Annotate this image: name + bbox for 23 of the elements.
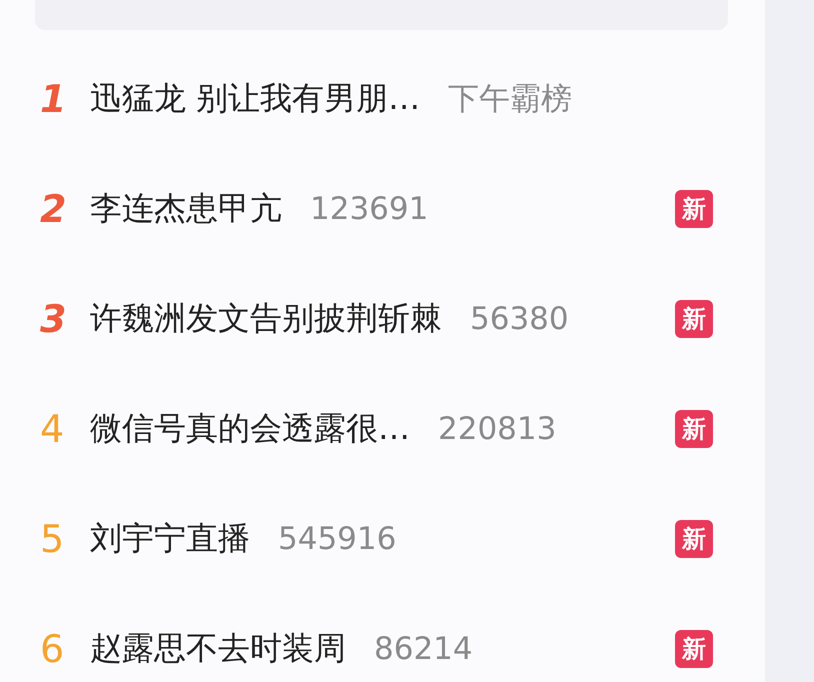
topic-title[interactable]: 赵露思不去时装周: [90, 627, 346, 671]
rank-number: 3: [40, 297, 68, 341]
rank-number: 1: [40, 77, 68, 121]
rank-number: 5: [40, 517, 66, 561]
rank-number: 2: [40, 187, 68, 231]
heat-count: 220813: [438, 411, 556, 447]
topic-title[interactable]: 许魏洲发文告别披荆斩棘: [90, 297, 442, 341]
topic-title[interactable]: 刘宇宁直播: [90, 517, 250, 561]
heat-count: 545916: [278, 521, 396, 557]
rank-number: 4: [40, 407, 66, 451]
heat-count: 下午霸榜: [448, 80, 572, 119]
heat-count: 86214: [374, 631, 473, 667]
topic-title[interactable]: 迅猛龙 别让我有男朋…: [90, 77, 420, 121]
topic-title[interactable]: 微信号真的会透露很…: [90, 407, 410, 451]
rank-number: 6: [40, 627, 66, 671]
heat-count: 56380: [470, 301, 569, 337]
new-badge: 新: [675, 520, 713, 558]
new-badge: 新: [675, 300, 713, 338]
topic-title[interactable]: 李连杰患甲亢: [90, 187, 282, 231]
new-badge: 新: [675, 190, 713, 228]
new-badge: 新: [675, 410, 713, 448]
new-badge: 新: [675, 630, 713, 668]
heat-count: 123691: [310, 191, 428, 227]
